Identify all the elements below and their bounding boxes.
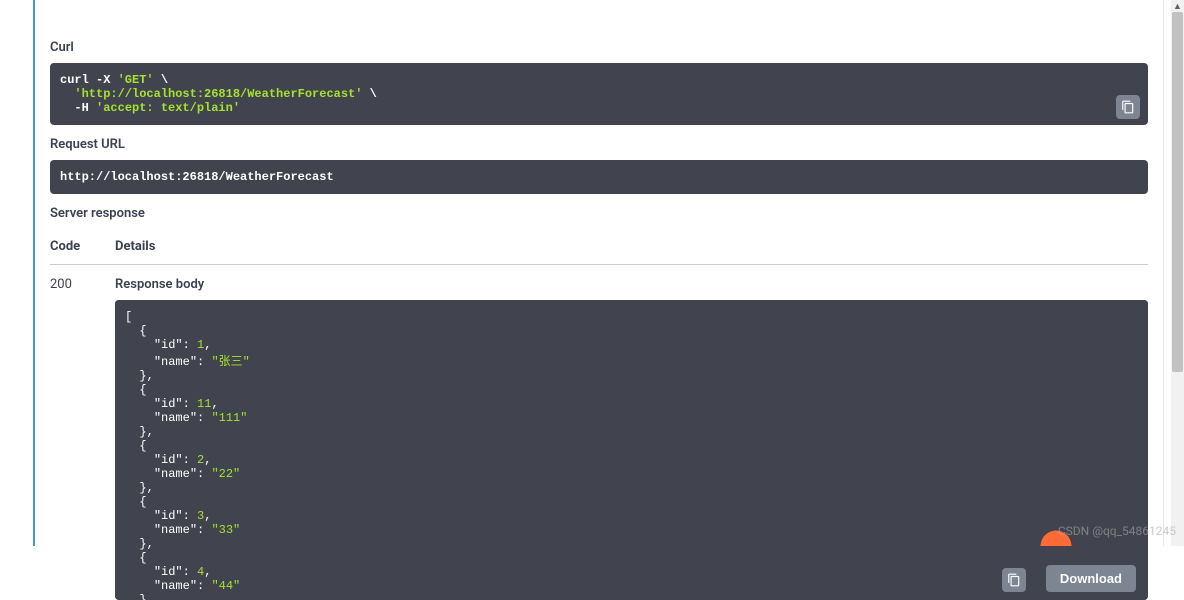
response-table: Code Details 200 Response body [ { "id":… <box>50 229 1148 600</box>
response-body-label: Response body <box>115 277 1148 292</box>
scrollbar-arrow-up-icon[interactable]: ▲ <box>1171 0 1184 12</box>
table-header-row: Code Details <box>50 229 1148 265</box>
details-column-header: Details <box>115 239 1148 254</box>
code-column-header: Code <box>50 239 115 254</box>
page-scrollbar[interactable]: ▲ <box>1171 0 1184 546</box>
request-url-heading: Request URL <box>50 137 1148 152</box>
curl-heading: Curl <box>50 40 1148 55</box>
table-row: 200 Response body [ { "id": 1, "name": "… <box>50 265 1148 600</box>
server-response-heading: Server response <box>50 206 1148 221</box>
request-url-block: http://localhost:26818/WeatherForecast <box>50 160 1148 194</box>
status-code: 200 <box>50 277 115 600</box>
copy-response-button[interactable] <box>1002 568 1026 592</box>
scrollbar-thumb[interactable] <box>1172 12 1183 372</box>
download-button[interactable]: Download <box>1046 565 1136 592</box>
response-body-content[interactable]: [ { "id": 1, "name": "张三" }, { "id": 11,… <box>115 300 1148 600</box>
curl-command-block: curl -X 'GET' \ 'http://localhost:26818/… <box>50 63 1148 125</box>
copy-curl-button[interactable] <box>1116 95 1140 119</box>
clipboard-icon <box>1007 573 1021 587</box>
response-body-wrapper: [ { "id": 1, "name": "张三" }, { "id": 11,… <box>115 300 1148 600</box>
watermark-text: CSDN @qq_54861245 <box>1058 524 1176 538</box>
swagger-response-panel: Curl curl -X 'GET' \ 'http://localhost:2… <box>33 0 1164 546</box>
clipboard-icon <box>1121 100 1135 114</box>
details-cell: Response body [ { "id": 1, "name": "张三" … <box>115 277 1148 600</box>
